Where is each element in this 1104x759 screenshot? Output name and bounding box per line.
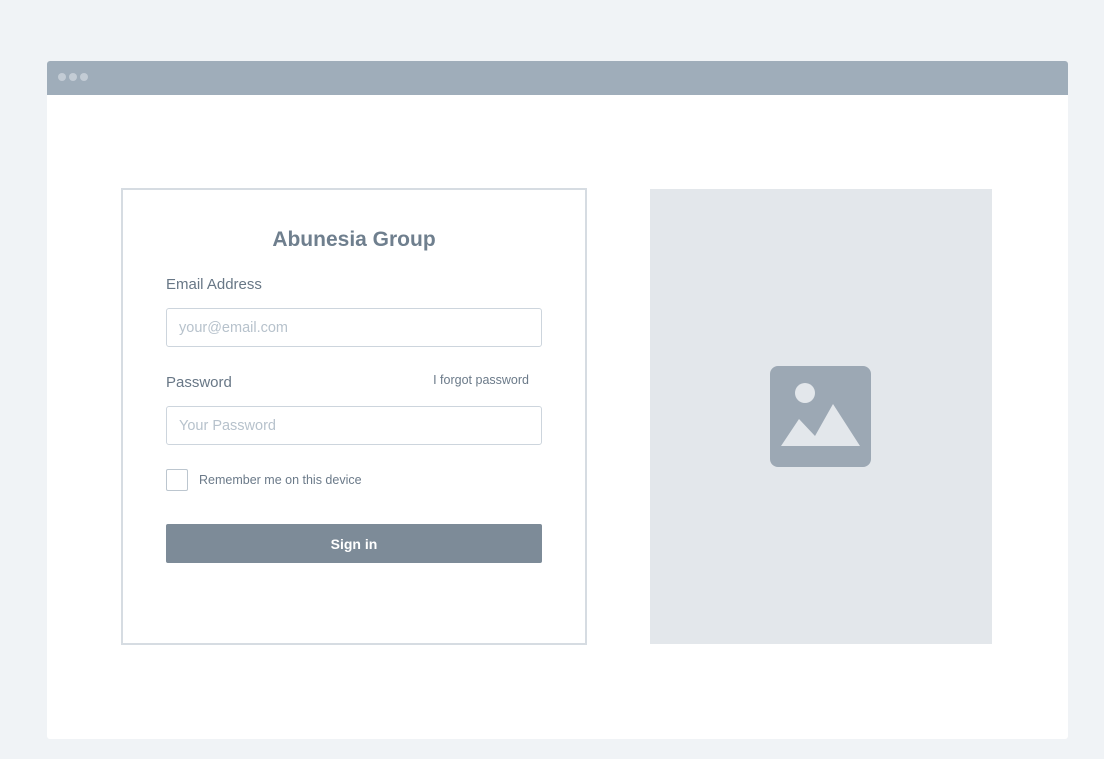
window-dot-minimize[interactable] xyxy=(69,73,77,81)
window-dot-maximize[interactable] xyxy=(80,73,88,81)
email-input[interactable] xyxy=(166,308,542,347)
password-input[interactable] xyxy=(166,406,542,445)
sign-in-button[interactable]: Sign in xyxy=(166,524,542,563)
remember-me-label: Remember me on this device xyxy=(199,473,362,487)
remember-me-row[interactable]: Remember me on this device xyxy=(166,469,362,491)
image-placeholder-panel xyxy=(650,189,992,644)
email-label: Email Address xyxy=(166,276,262,293)
password-label: Password xyxy=(166,374,232,391)
brand-title: Abunesia Group xyxy=(272,228,436,251)
browser-window: Abunesia Group Email Address Password I … xyxy=(47,61,1068,739)
forgot-password-link[interactable]: I forgot password xyxy=(433,373,529,387)
window-titlebar xyxy=(47,61,1068,95)
remember-me-checkbox[interactable] xyxy=(166,469,188,491)
login-card: Abunesia Group Email Address Password I … xyxy=(121,188,587,645)
image-placeholder-icon xyxy=(770,366,871,467)
window-dot-close[interactable] xyxy=(58,73,66,81)
window-controls xyxy=(58,73,88,81)
